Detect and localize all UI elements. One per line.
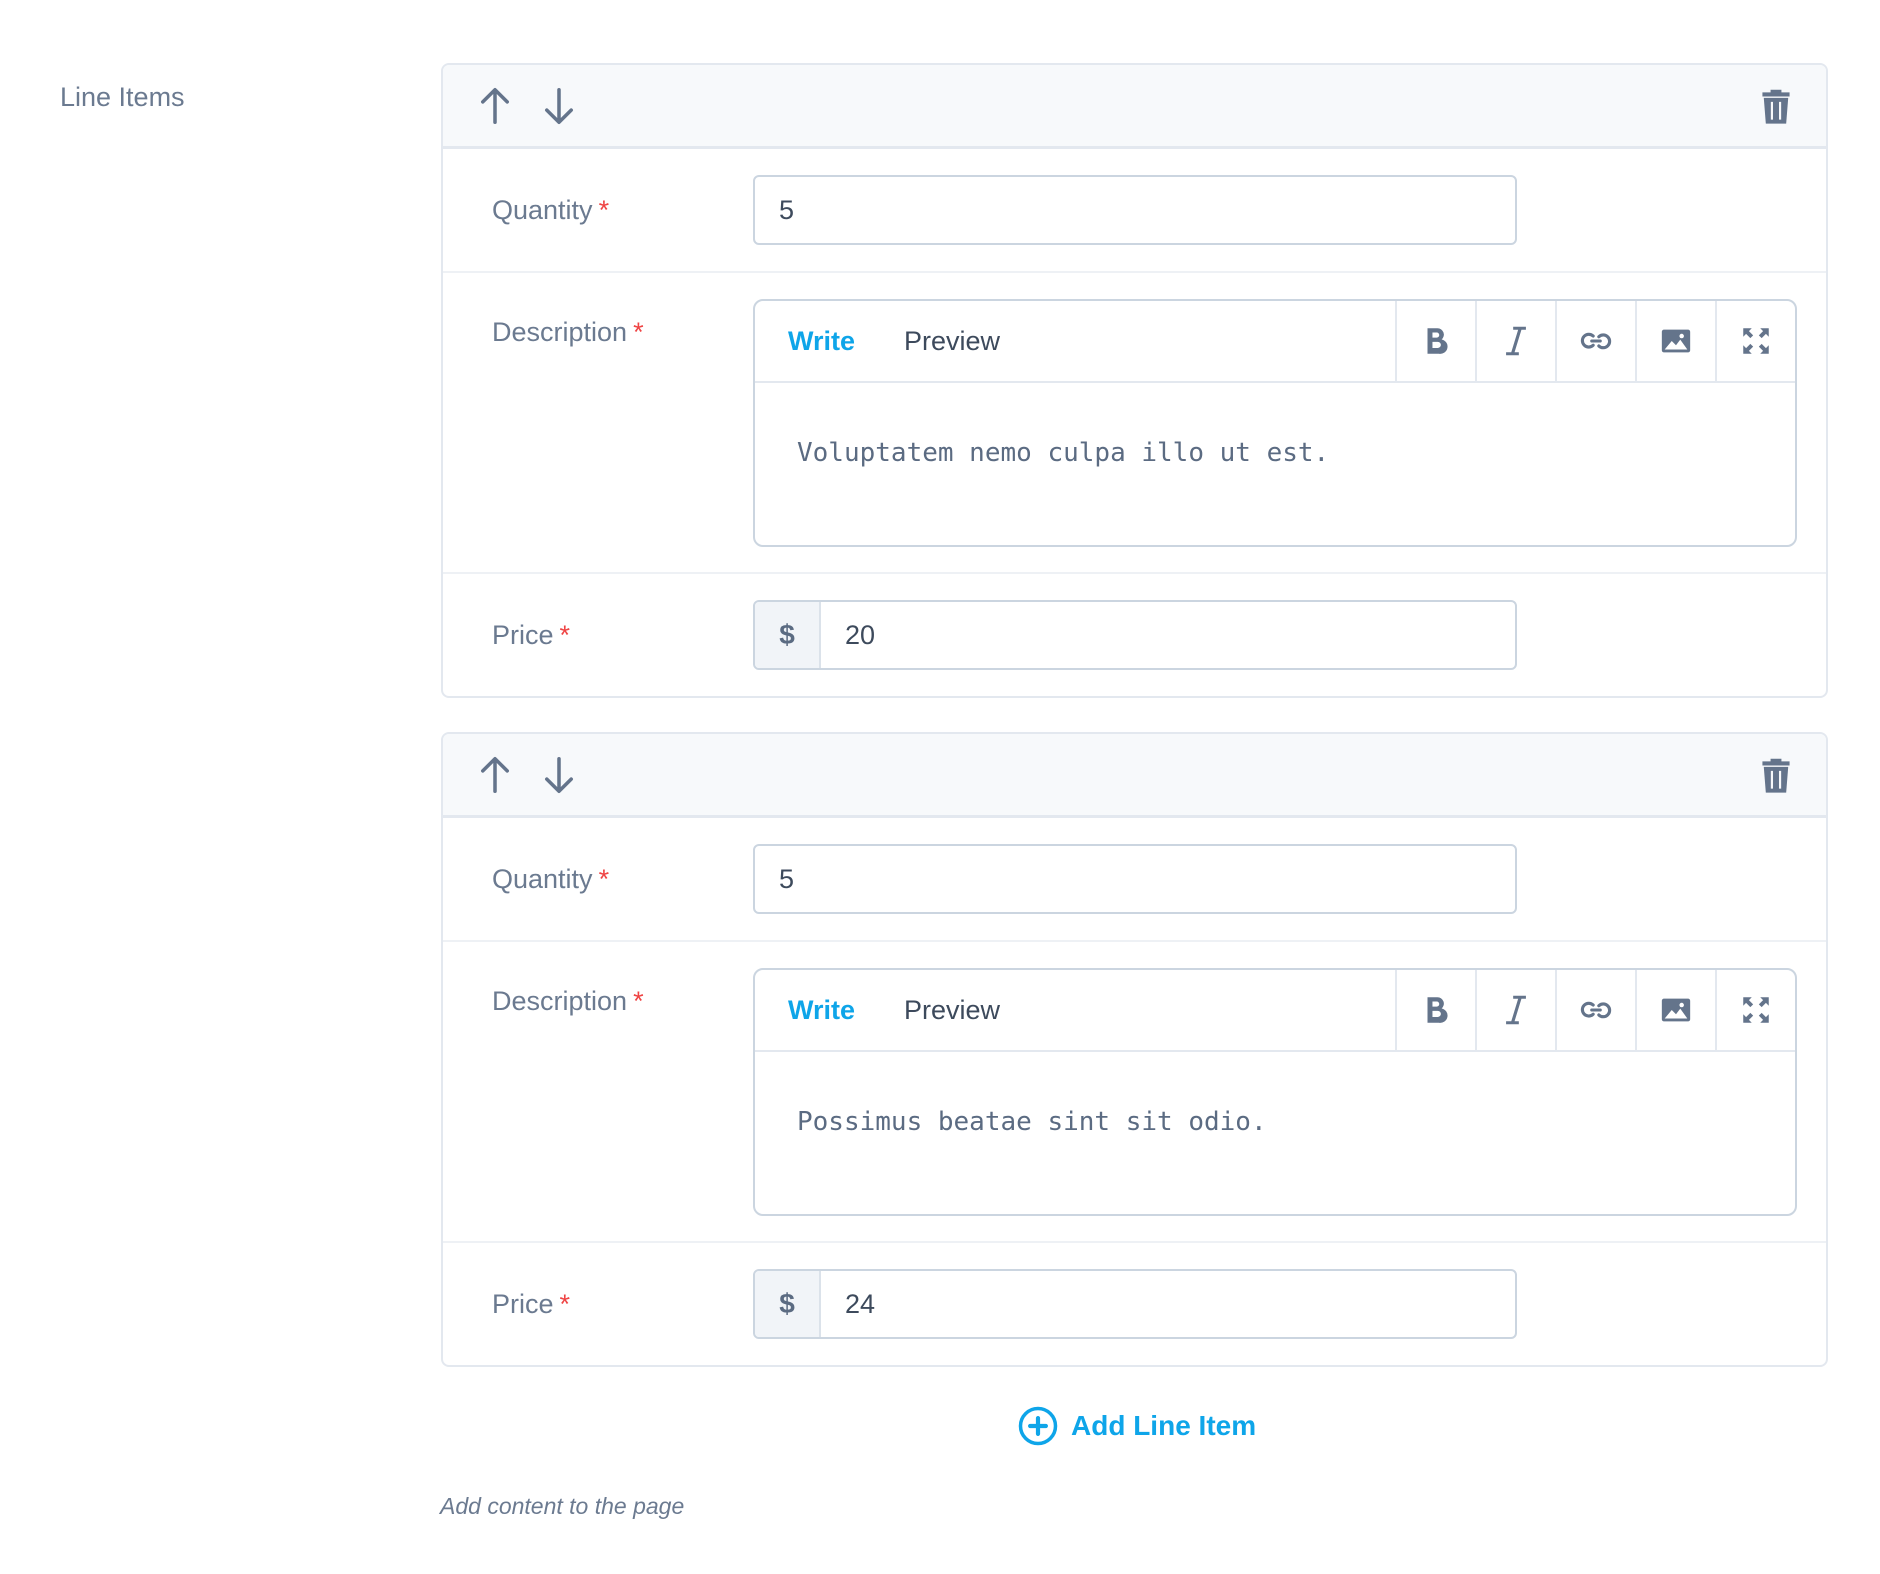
markdown-editor: Write Preview: [753, 299, 1797, 547]
quantity-row: Quantity * 5: [443, 818, 1826, 942]
line-item-header: [443, 734, 1826, 818]
description-textarea[interactable]: Possimus beatae sint sit odio.: [755, 1052, 1795, 1192]
trash-icon: [1762, 89, 1790, 124]
tab-write[interactable]: Write: [755, 301, 904, 381]
markdown-editor: Write Preview: [753, 968, 1797, 1216]
fullscreen-icon: [1743, 997, 1769, 1023]
link-button[interactable]: [1555, 301, 1635, 381]
move-down-button[interactable]: [537, 84, 581, 128]
image-button[interactable]: [1635, 970, 1715, 1050]
arrow-up-icon: [481, 756, 509, 793]
arrow-up-icon: [481, 87, 509, 124]
bold-button[interactable]: [1395, 970, 1475, 1050]
italic-icon: [1506, 326, 1526, 356]
price-row: Price * $ 20: [443, 574, 1826, 696]
description-row: Description * Write Preview: [443, 273, 1826, 574]
line-items-label: Line Items: [60, 82, 185, 112]
line-item-header: [443, 65, 1826, 149]
plus-circle-icon: [1018, 1406, 1058, 1446]
line-items-list: Quantity* 5 Description* Write Preview: [441, 63, 1828, 1401]
price-label: Price *: [492, 1288, 571, 1319]
arrow-down-icon: [545, 756, 573, 793]
link-icon: [1580, 1001, 1612, 1019]
fullscreen-icon: [1743, 328, 1769, 354]
line-item-card: Quantity* 5 Description* Write Preview: [441, 732, 1828, 1367]
description-row: Description * Write Preview: [443, 942, 1826, 1243]
tab-write[interactable]: Write: [755, 970, 904, 1050]
bold-icon: [1427, 997, 1448, 1023]
move-up-button[interactable]: [473, 84, 517, 128]
quantity-label: Quantity *: [492, 194, 610, 225]
italic-button[interactable]: [1475, 970, 1555, 1050]
image-icon: [1661, 998, 1691, 1022]
italic-button[interactable]: [1475, 301, 1555, 381]
price-input[interactable]: $ 24: [753, 1269, 1517, 1339]
move-up-button[interactable]: [473, 753, 517, 797]
bold-icon: [1427, 328, 1448, 354]
italic-icon: [1506, 995, 1526, 1025]
price-label: Price *: [492, 619, 571, 650]
tab-preview[interactable]: Preview: [904, 301, 1000, 381]
help-text: Add content to the page: [440, 1493, 685, 1519]
description-label: Description *: [492, 986, 644, 1016]
line-item-card: Quantity* 5 Description* Write Preview: [441, 63, 1828, 698]
editor-toolbar: Write Preview: [755, 301, 1795, 383]
image-button[interactable]: [1635, 301, 1715, 381]
quantity-label: Quantity *: [492, 863, 610, 894]
add-line-item-button[interactable]: Add Line Item: [1017, 1405, 1256, 1447]
arrow-down-icon: [545, 87, 573, 124]
description-label: Description *: [492, 317, 644, 347]
fullscreen-button[interactable]: [1715, 301, 1795, 381]
price-row: Price * $ 24: [443, 1243, 1826, 1365]
currency-prefix: $: [755, 1271, 821, 1337]
move-down-button[interactable]: [537, 753, 581, 797]
fullscreen-button[interactable]: [1715, 970, 1795, 1050]
link-icon: [1580, 332, 1612, 350]
price-input[interactable]: $ 20: [753, 600, 1517, 670]
quantity-input[interactable]: 5: [753, 175, 1517, 245]
image-icon: [1661, 329, 1691, 353]
quantity-input[interactable]: 5: [753, 844, 1517, 914]
delete-item-button[interactable]: [1754, 753, 1798, 797]
bold-button[interactable]: [1395, 301, 1475, 381]
description-textarea[interactable]: Voluptatem nemo culpa illo ut est.: [755, 383, 1795, 523]
editor-toolbar: Write Preview: [755, 970, 1795, 1052]
currency-prefix: $: [755, 602, 821, 668]
link-button[interactable]: [1555, 970, 1635, 1050]
add-line-item-label: Add Line Item: [1071, 1410, 1257, 1441]
trash-icon: [1762, 758, 1790, 793]
delete-item-button[interactable]: [1754, 84, 1798, 128]
tab-preview[interactable]: Preview: [904, 970, 1000, 1050]
quantity-row: Quantity * 5: [443, 149, 1826, 273]
